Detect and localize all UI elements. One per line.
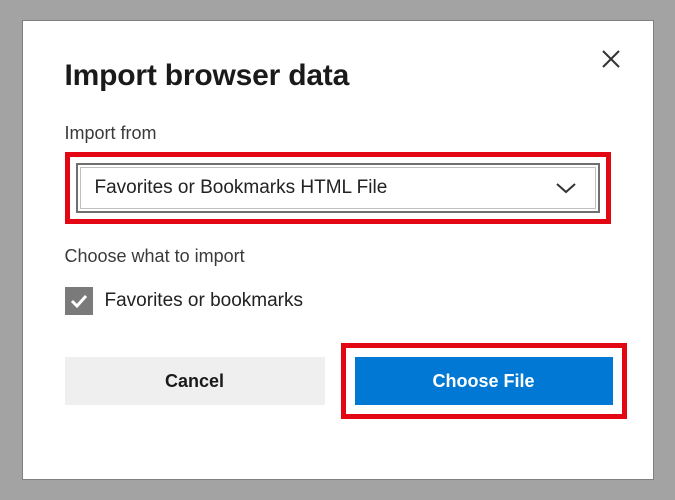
close-icon bbox=[601, 49, 621, 69]
favorites-checkbox[interactable] bbox=[65, 287, 93, 315]
import-browser-data-dialog: Import browser data Import from Favorite… bbox=[22, 20, 654, 480]
favorites-checkbox-label: Favorites or bookmarks bbox=[105, 290, 304, 312]
dropdown-selected-value: Favorites or Bookmarks HTML File bbox=[95, 177, 388, 199]
import-from-dropdown[interactable]: Favorites or Bookmarks HTML File bbox=[80, 167, 596, 209]
import-from-dropdown-outer: Favorites or Bookmarks HTML File bbox=[76, 163, 600, 213]
import-from-label: Import from bbox=[65, 123, 611, 144]
checkmark-icon bbox=[69, 291, 89, 311]
close-button[interactable] bbox=[597, 45, 625, 73]
primary-button-highlight: Choose File bbox=[341, 343, 627, 419]
choose-file-button[interactable]: Choose File bbox=[355, 357, 613, 405]
chevron-down-icon bbox=[555, 181, 577, 195]
cancel-button[interactable]: Cancel bbox=[65, 357, 325, 405]
choose-what-label: Choose what to import bbox=[65, 246, 611, 267]
dropdown-highlight: Favorites or Bookmarks HTML File bbox=[65, 152, 611, 224]
checkbox-row: Favorites or bookmarks bbox=[65, 287, 611, 315]
button-row: Cancel Choose File bbox=[65, 343, 611, 419]
dialog-title: Import browser data bbox=[65, 59, 611, 93]
